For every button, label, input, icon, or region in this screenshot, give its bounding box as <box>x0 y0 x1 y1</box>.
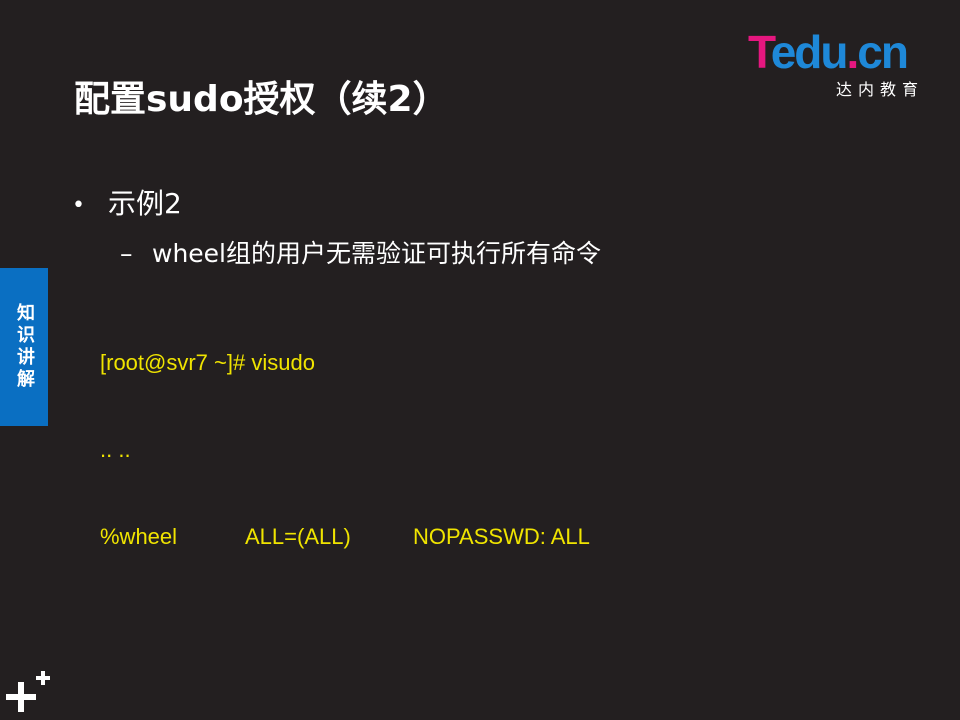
code-line-3-hosts: ALL=(ALL) <box>245 524 351 549</box>
tedu-logo: Tedu.cn 达内教育 <box>748 28 930 99</box>
bullet-dot-icon: • <box>72 192 85 218</box>
logo-cn: cn <box>857 26 909 78</box>
side-tab-label: 知识讲解 <box>14 303 35 391</box>
code-line-3-group: %wheel <box>100 524 178 549</box>
bullet-dash-icon: – <box>120 239 133 268</box>
bullet-level2: – wheel组的用户无需验证可执行所有命令 <box>120 234 601 270</box>
bullet-level1-text: 示例2 <box>108 187 182 220</box>
logo-wordmark: Tedu.cn <box>748 28 930 76</box>
slide-title: 配置sudo授权（续2） <box>74 79 449 120</box>
logo-t: T <box>748 26 773 78</box>
bullet-level2-text: wheel组的用户无需验证可执行所有命令 <box>152 239 602 268</box>
logo-subtitle: 达内教育 <box>835 80 924 99</box>
plus-icon <box>6 671 50 712</box>
code-line-3: %wheel ALL=(ALL) NOPASSWD: ALL <box>100 522 590 551</box>
code-line-2: .. .. <box>100 437 131 462</box>
code-line-1: [root@svr7 ~]# visudo <box>100 350 315 375</box>
bullet-level1: • 示例2 <box>72 182 182 222</box>
code-line-3-commands: NOPASSWD: ALL <box>413 524 590 549</box>
side-tab: 知识讲解 <box>0 268 48 426</box>
logo-edu: edu <box>770 26 849 78</box>
slide: Tedu.cn 达内教育 配置sudo授权（续2） • 示例2 – wheel组的用… <box>0 0 960 720</box>
logo-dot: . <box>846 26 859 78</box>
code-block: [root@svr7 ~]# visudo .. .. %wheel ALL=(A… <box>100 290 590 609</box>
